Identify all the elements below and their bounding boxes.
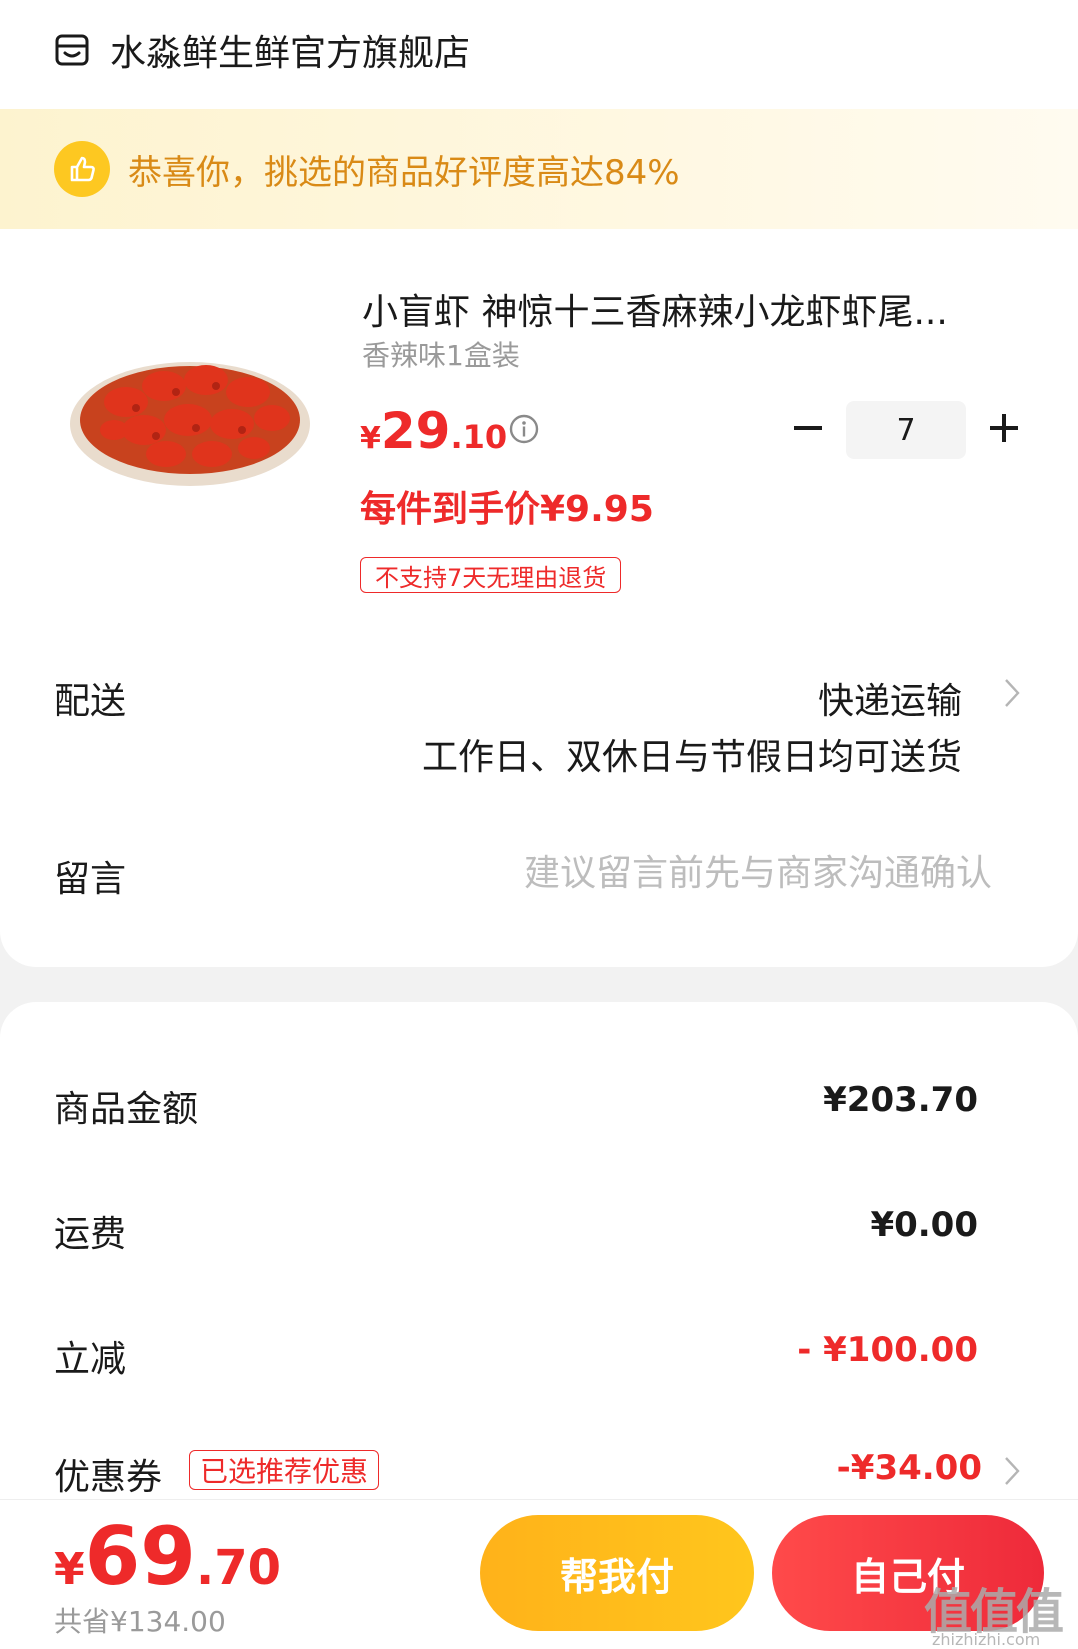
goods-amount-value: ¥203.70: [823, 1080, 978, 1120]
delivery-label: 配送: [54, 681, 127, 722]
price-currency: ¥: [360, 421, 381, 456]
store-header[interactable]: 水淼鲜生鲜官方旗舰店: [54, 20, 470, 80]
total-decimal: .70: [195, 1540, 281, 1596]
total-saved: 共省¥134.00: [54, 1605, 226, 1638]
watermark-url: zhizhizhi.com: [932, 1630, 1041, 1649]
price-decimal: .10: [450, 418, 508, 456]
total-price: ¥ 69 .70: [54, 1510, 281, 1603]
total-currency: ¥: [54, 1544, 85, 1595]
unit-price: 每件到手价¥9.95: [360, 489, 654, 530]
total-integer: 69: [84, 1510, 196, 1603]
price-integer: 29: [380, 402, 451, 460]
store-name: 水淼鲜生鲜官方旗舰店: [110, 33, 471, 74]
delivery-method[interactable]: 快递运输: [818, 672, 962, 724]
chevron-right-icon[interactable]: [1002, 676, 1022, 710]
freight-label: 运费: [54, 1214, 127, 1255]
rating-banner: 恭喜你，挑选的商品好评度高达84%: [0, 109, 1078, 229]
store-icon: [55, 34, 89, 66]
quantity-decrease-button[interactable]: [790, 410, 826, 446]
product-title[interactable]: 小盲虾 神惊十三香麻辣小龙虾虾尾...: [362, 283, 1002, 335]
coupon-value[interactable]: -¥34.00: [837, 1448, 982, 1488]
goods-amount-label: 商品金额: [54, 1089, 199, 1130]
discount-value: - ¥100.00: [797, 1330, 978, 1370]
thumbs-up-icon: [54, 141, 110, 197]
rating-text: 恭喜你，挑选的商品好评度高达84%: [128, 152, 680, 193]
quantity-increase-button[interactable]: [986, 410, 1022, 446]
help-pay-button[interactable]: 帮我付: [480, 1515, 754, 1631]
message-input[interactable]: [440, 848, 992, 898]
product-image[interactable]: [66, 320, 314, 498]
message-label: 留言: [54, 859, 127, 900]
return-policy-tag: 不支持7天无理由退货: [360, 557, 622, 593]
discount-label: 立减: [54, 1339, 127, 1380]
quantity-input[interactable]: 7: [846, 401, 966, 459]
product-price: ¥ 29 .10: [360, 402, 507, 460]
product-spec[interactable]: 香辣味1盒装: [362, 334, 520, 374]
freight-value: ¥0.00: [870, 1205, 978, 1245]
watermark-logo: 值值值 zhizhizhi.com: [924, 1572, 1074, 1649]
info-icon[interactable]: [508, 413, 540, 445]
coupon-tag[interactable]: 已选推荐优惠: [189, 1450, 380, 1490]
chevron-right-icon[interactable]: [1002, 1454, 1022, 1488]
coupon-label[interactable]: 优惠券: [54, 1448, 162, 1500]
delivery-description: 工作日、双休日与节假日均可送货: [421, 737, 962, 778]
